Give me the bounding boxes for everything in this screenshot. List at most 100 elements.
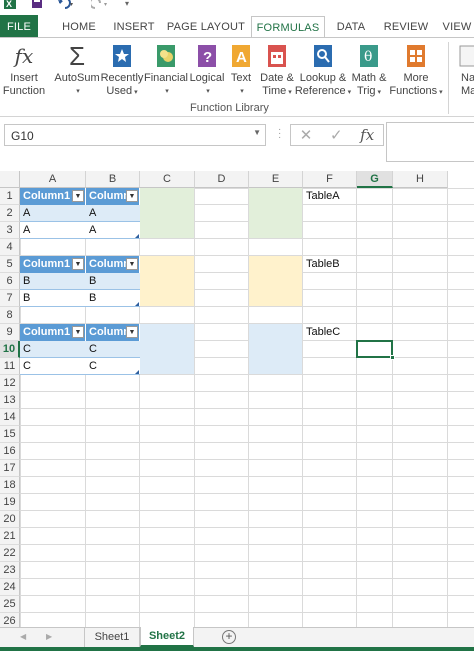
table-cell[interactable]: C bbox=[20, 341, 86, 358]
tab-home[interactable]: HOME bbox=[54, 16, 104, 38]
cancel-icon[interactable]: ✕ bbox=[300, 126, 313, 144]
row-header-15[interactable]: 15 bbox=[0, 426, 20, 443]
row-header-2[interactable]: 2 bbox=[0, 205, 20, 222]
column-header-g[interactable]: G bbox=[357, 171, 393, 188]
table-cell[interactable]: A bbox=[20, 205, 86, 222]
table-header-cell[interactable]: Column1 ▼ bbox=[20, 188, 86, 205]
customize-qat-icon[interactable]: ▾ bbox=[122, 0, 132, 10]
autosum-button[interactable]: Σ AutoSum ▾ bbox=[54, 40, 99, 102]
table-header-cell[interactable]: Column1 ▼ bbox=[20, 324, 86, 341]
table-cell[interactable]: B bbox=[86, 290, 140, 307]
table-label-cell[interactable]: TableA bbox=[303, 188, 357, 205]
table-cell[interactable]: B bbox=[86, 273, 140, 290]
column-header-f[interactable]: F bbox=[303, 171, 357, 188]
column-header-h[interactable]: H bbox=[393, 171, 448, 188]
name-box[interactable]: G10 ▼ bbox=[4, 124, 266, 146]
table-resize-handle[interactable] bbox=[135, 302, 139, 306]
filter-dropdown-icon[interactable]: ▼ bbox=[72, 190, 84, 202]
sheet-tab-sheet1[interactable]: Sheet1 bbox=[84, 627, 140, 647]
row-header-1[interactable]: 1 bbox=[0, 188, 20, 205]
filter-dropdown-icon[interactable]: ▼ bbox=[72, 258, 84, 270]
row-header-11[interactable]: 11 bbox=[0, 358, 20, 375]
scroll-left-icon[interactable]: ◀ bbox=[20, 632, 26, 641]
date-time-button[interactable]: Date & Time ▾ bbox=[258, 40, 296, 102]
logical-button[interactable]: ? Logical ▾ bbox=[189, 40, 225, 102]
insert-function-button[interactable]: fx Insert Function bbox=[2, 40, 46, 102]
table-cell[interactable]: C bbox=[86, 341, 140, 358]
table-cell[interactable]: A bbox=[86, 205, 140, 222]
tab-view[interactable]: VIEW bbox=[440, 16, 474, 38]
row-header-26[interactable]: 26 bbox=[0, 613, 20, 627]
filter-dropdown-icon[interactable]: ▼ bbox=[126, 326, 138, 338]
row-header-23[interactable]: 23 bbox=[0, 562, 20, 579]
row-header-16[interactable]: 16 bbox=[0, 443, 20, 460]
table-cell[interactable]: C bbox=[86, 358, 140, 375]
row-header-13[interactable]: 13 bbox=[0, 392, 20, 409]
row-header-19[interactable]: 19 bbox=[0, 494, 20, 511]
tab-review[interactable]: REVIEW bbox=[382, 16, 430, 38]
row-header-22[interactable]: 22 bbox=[0, 545, 20, 562]
cell-area[interactable]: Column1 ▼ Column2 ▼ A A A A TableA Column1 ▼ Column… bbox=[20, 188, 474, 627]
more-functions-button[interactable]: More Functions ▾ bbox=[389, 40, 443, 102]
financial-button[interactable]: Financial ▾ bbox=[144, 40, 188, 102]
table-cell[interactable]: A bbox=[20, 222, 86, 239]
add-sheet-icon[interactable]: + bbox=[222, 630, 236, 644]
formula-input[interactable] bbox=[386, 122, 474, 162]
active-cell-selection[interactable] bbox=[356, 340, 395, 360]
row-header-6[interactable]: 6 bbox=[0, 273, 20, 290]
table-header-cell[interactable]: Column1 ▼ bbox=[20, 256, 86, 273]
row-header-21[interactable]: 21 bbox=[0, 528, 20, 545]
row-header-18[interactable]: 18 bbox=[0, 477, 20, 494]
row-header-20[interactable]: 20 bbox=[0, 511, 20, 528]
tab-insert[interactable]: INSERT bbox=[110, 16, 158, 38]
redo-icon[interactable]: ▾ bbox=[90, 0, 112, 10]
row-header-8[interactable]: 8 bbox=[0, 307, 20, 324]
tab-page-layout[interactable]: PAGE LAYOUT bbox=[166, 16, 246, 38]
row-header-24[interactable]: 24 bbox=[0, 579, 20, 596]
filter-dropdown-icon[interactable]: ▼ bbox=[72, 326, 84, 338]
table-cell[interactable]: A bbox=[86, 222, 140, 239]
text-button[interactable]: A Text ▾ bbox=[228, 40, 254, 102]
resize-grip-icon[interactable]: · · · bbox=[278, 125, 281, 143]
row-header-14[interactable]: 14 bbox=[0, 409, 20, 426]
column-header-c[interactable]: C bbox=[140, 171, 195, 188]
name-manager-button[interactable]: Na Man bbox=[452, 40, 474, 102]
filter-dropdown-icon[interactable]: ▼ bbox=[126, 258, 138, 270]
row-header-17[interactable]: 17 bbox=[0, 460, 20, 477]
lookup-reference-button[interactable]: Lookup & Reference ▾ bbox=[295, 40, 351, 102]
row-header-5[interactable]: 5 bbox=[0, 256, 20, 273]
table-resize-handle[interactable] bbox=[135, 370, 139, 374]
table-cell[interactable]: C bbox=[20, 358, 86, 375]
row-header-25[interactable]: 25 bbox=[0, 596, 20, 613]
undo-icon[interactable]: ▾ bbox=[56, 0, 78, 10]
table-cell[interactable]: B bbox=[20, 273, 86, 290]
tab-data[interactable]: DATA bbox=[330, 16, 372, 38]
row-header-12[interactable]: 12 bbox=[0, 375, 20, 392]
sheet-tab-sheet2[interactable]: Sheet2 bbox=[140, 627, 194, 647]
save-icon[interactable] bbox=[30, 0, 44, 10]
row-header-7[interactable]: 7 bbox=[0, 290, 20, 307]
table-label-cell[interactable]: TableB bbox=[303, 256, 357, 273]
row-header-10[interactable]: 10 bbox=[0, 341, 20, 358]
fill-handle[interactable] bbox=[390, 355, 395, 360]
enter-icon[interactable]: ✓ bbox=[330, 126, 343, 144]
tab-file[interactable]: FILE bbox=[0, 15, 38, 38]
column-header-e[interactable]: E bbox=[249, 171, 303, 188]
filter-dropdown-icon[interactable]: ▼ bbox=[126, 190, 138, 202]
table-header-cell[interactable]: Column2 ▼ bbox=[86, 256, 140, 273]
chevron-down-icon[interactable]: ▼ bbox=[253, 128, 261, 137]
row-header-9[interactable]: 9 bbox=[0, 324, 20, 341]
column-header-d[interactable]: D bbox=[195, 171, 249, 188]
table-label-cell[interactable]: TableC bbox=[303, 324, 357, 341]
table-header-cell[interactable]: Column2 ▼ bbox=[86, 188, 140, 205]
row-header-3[interactable]: 3 bbox=[0, 222, 20, 239]
row-header-4[interactable]: 4 bbox=[0, 239, 20, 256]
recently-used-button[interactable]: Recently Used ▾ bbox=[101, 40, 143, 102]
table-cell[interactable]: B bbox=[20, 290, 86, 307]
math-trig-button[interactable]: θ Math & Trig ▾ bbox=[350, 40, 388, 102]
table-resize-handle[interactable] bbox=[135, 234, 139, 238]
column-header-a[interactable]: A bbox=[20, 171, 86, 188]
insert-function-icon[interactable]: fx bbox=[360, 126, 374, 144]
column-header-b[interactable]: B bbox=[86, 171, 140, 188]
table-header-cell[interactable]: Column2 ▼ bbox=[86, 324, 140, 341]
